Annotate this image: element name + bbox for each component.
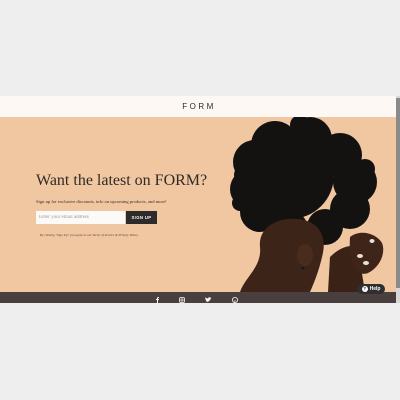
earring [301, 266, 305, 270]
twitter-icon[interactable] [205, 292, 212, 303]
legal-notice: By clicking "Sign Up" you agree to our T… [40, 233, 139, 237]
page-scrollbar[interactable] [396, 96, 400, 303]
browser-viewport: FORM Want the latest on FORM? Sign up fo… [0, 96, 396, 303]
facebook-icon[interactable] [155, 292, 160, 303]
help-question-icon: ? [361, 286, 368, 292]
newsletter-headline: Want the latest on FORM? [36, 172, 208, 189]
instagram-icon[interactable] [179, 292, 185, 303]
hand-shape [349, 232, 384, 274]
scrollbar-thumb[interactable] [396, 98, 400, 288]
pinterest-icon[interactable] [232, 292, 238, 303]
email-field[interactable] [36, 211, 125, 224]
help-label: Help [369, 286, 381, 292]
help-button[interactable]: ? Help [357, 284, 385, 294]
site-header: FORM [0, 96, 396, 117]
newsletter-subtext: Sign up for exclusive discounts, info on… [36, 199, 167, 204]
brand-logo[interactable]: FORM [180, 102, 216, 111]
signup-button[interactable]: SIGN UP [126, 211, 157, 224]
newsletter-hero: Want the latest on FORM? Sign up for exc… [0, 117, 396, 292]
site-footer [0, 292, 396, 303]
hero-photo [230, 117, 384, 292]
